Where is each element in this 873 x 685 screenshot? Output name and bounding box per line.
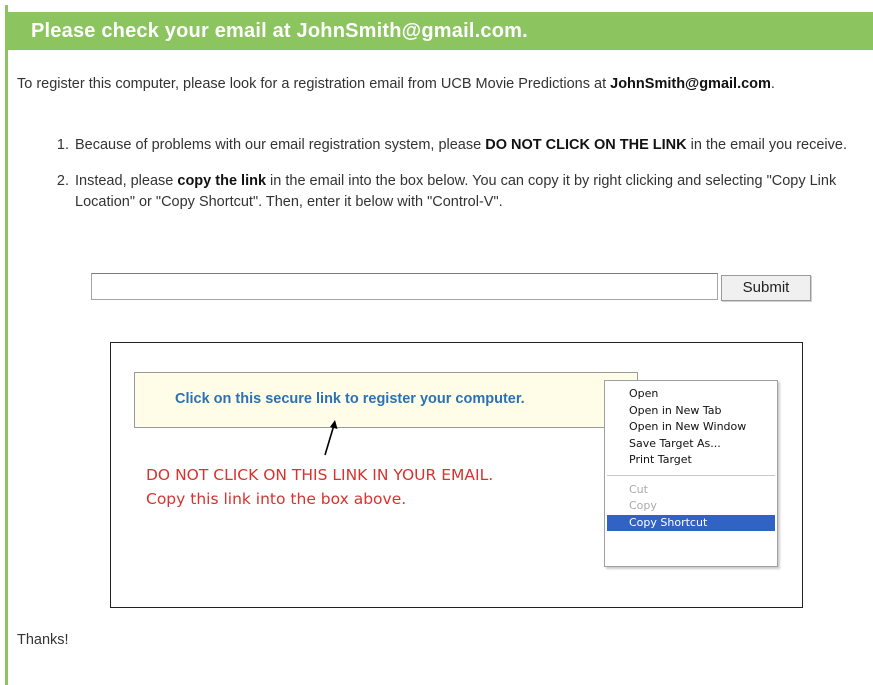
step-item: Instead, please copy the link in the ema… bbox=[73, 171, 873, 213]
email-link-box: Click on this secure link to register yo… bbox=[134, 372, 638, 428]
submit-button[interactable]: Submit bbox=[721, 275, 811, 301]
step-emphasis: copy the link bbox=[177, 173, 267, 189]
step-item: Because of problems with our email regis… bbox=[73, 135, 873, 156]
menu-item-print-target: Print Target bbox=[629, 453, 692, 466]
menu-item-copy-shortcut: Copy Shortcut bbox=[607, 514, 775, 531]
intro-email: JohnSmith@gmail.com bbox=[610, 76, 771, 92]
step-emphasis: DO NOT CLICK ON THE LINK bbox=[485, 137, 687, 153]
menu-separator bbox=[607, 474, 775, 476]
instruction-illustration: Click on this secure link to register yo… bbox=[110, 342, 803, 608]
menu-item-copy: Copy bbox=[629, 499, 657, 512]
registration-link-input[interactable] bbox=[91, 273, 718, 300]
menu-item-save-target: Save Target As... bbox=[629, 436, 721, 450]
menu-item-cut: Cut bbox=[629, 482, 648, 496]
secure-link-example: Click on this secure link to register yo… bbox=[175, 391, 525, 407]
intro-paragraph: To register this computer, please look f… bbox=[17, 73, 857, 95]
thanks-text: Thanks! bbox=[17, 632, 69, 648]
page-title: Please check your email at JohnSmith@gma… bbox=[31, 20, 528, 42]
arrow-icon bbox=[324, 420, 338, 456]
intro-text: To register this computer, please look f… bbox=[17, 76, 611, 92]
menu-item-open-new-window: Open in New Window bbox=[629, 420, 747, 433]
context-menu: Open Open in New Tab Open in New Window … bbox=[604, 380, 778, 567]
step-text: in the email you receive. bbox=[686, 137, 847, 153]
menu-item-open-new-tab: Open in New Tab bbox=[629, 403, 722, 417]
step-text: Because of problems with our email regis… bbox=[75, 137, 486, 153]
warning-line-1: DO NOT CLICK ON THIS LINK IN YOUR EMAIL. bbox=[146, 466, 494, 484]
page-header: Please check your email at JohnSmith@gma… bbox=[8, 12, 873, 50]
step-text: Instead, please bbox=[75, 173, 178, 189]
warning-note: DO NOT CLICK ON THIS LINK IN YOUR EMAIL.… bbox=[146, 463, 606, 511]
menu-item-open: Open bbox=[629, 387, 659, 400]
instruction-steps: Because of problems with our email regis… bbox=[47, 135, 873, 228]
intro-period: . bbox=[770, 76, 775, 92]
warning-line-2: Copy this link into the box above. bbox=[146, 490, 407, 508]
